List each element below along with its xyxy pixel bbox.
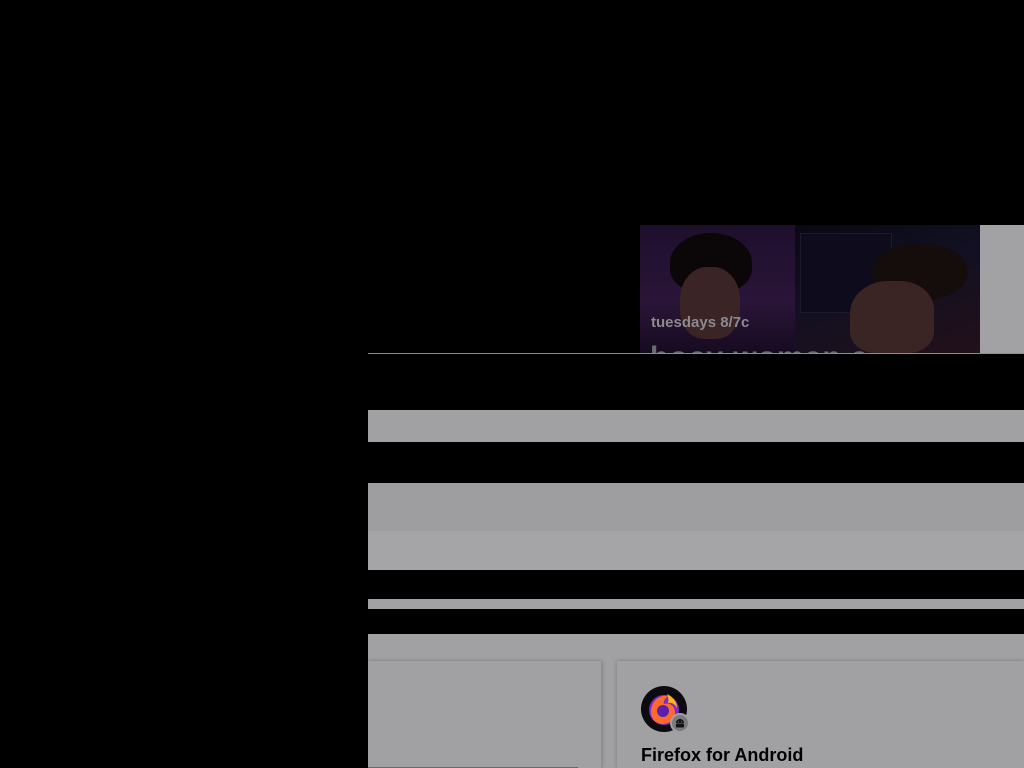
browser-viewport: tuesdays 8/7c bocy woman a (0, 0, 1024, 768)
android-badge (670, 713, 690, 733)
section-divider (368, 353, 1024, 354)
product-card-firefox-android[interactable]: Firefox for Android (617, 661, 1024, 768)
content-band (368, 599, 1024, 609)
card-title[interactable]: Firefox for Android (641, 745, 803, 766)
promo-banner[interactable]: tuesdays 8/7c bocy woman a (640, 225, 980, 353)
banner-side-panel (980, 225, 1024, 353)
content-band (368, 410, 1024, 442)
promo-tagline: tuesdays 8/7c (651, 314, 750, 331)
product-card-left[interactable] (368, 661, 602, 768)
content-band (368, 531, 1024, 570)
promo-show-title: bocy woman a (650, 341, 869, 353)
content-band (368, 483, 1024, 531)
android-icon (676, 719, 684, 728)
page-content: tuesdays 8/7c bocy woman a (368, 0, 1024, 768)
